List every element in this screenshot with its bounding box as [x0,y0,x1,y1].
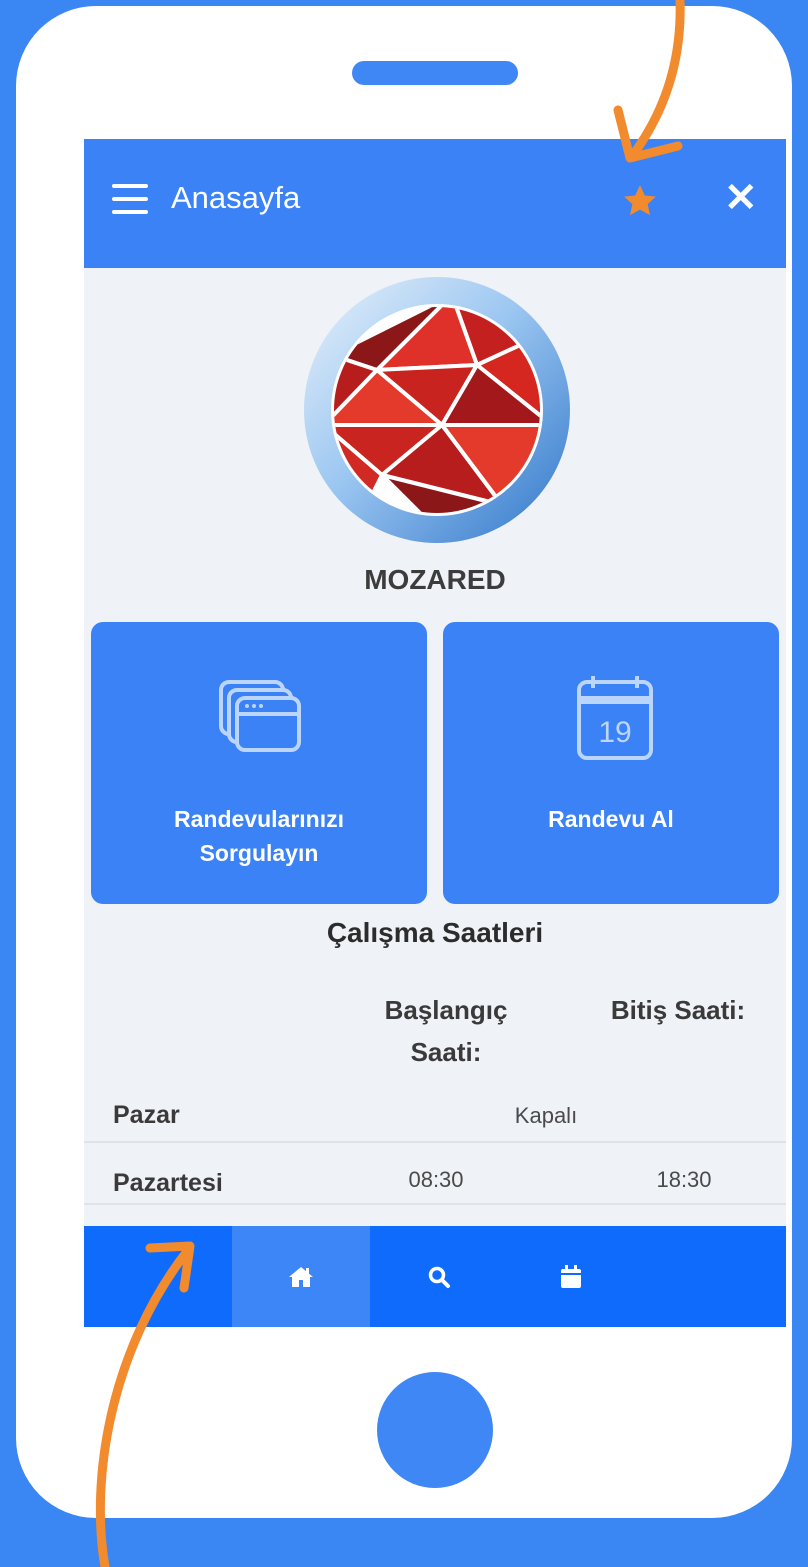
nav-calendar[interactable] [502,1226,640,1327]
query-appointments-button[interactable]: Randevularınızı Sorgulayın [91,622,427,904]
phone-speaker [352,61,518,85]
mozared-logo [304,277,570,543]
start-time-header: Başlangıç Saati: [384,995,508,1067]
phone-home-button[interactable] [377,1372,493,1488]
tile-label: Randevu Al [548,806,674,832]
close-icon[interactable]: ✕ [724,175,758,221]
page-title: Anasayfa [171,180,301,215]
calendar-icon: 19 [577,676,653,760]
browser-windows-icon [219,680,301,752]
calendar-day-number: 19 [598,716,631,749]
row-divider [84,1141,786,1143]
calendar-icon [561,1264,581,1288]
app-screen: Anasayfa ✕ MOZARED Randevularınızı Sorgu… [84,139,786,1327]
hamburger-menu-icon[interactable] [112,184,148,214]
tile-label: Randevularınızı Sorgulayın [174,806,344,866]
nav-home[interactable] [232,1226,370,1327]
book-appointment-button[interactable]: 19 Randevu Al [443,622,779,904]
end-time-header: Bitiş Saati: [610,995,746,1025]
closed-label: Kapalı [514,1103,578,1128]
brand-name: MOZARED [364,564,506,595]
annotation-arrow-top [613,0,685,163]
row-divider [84,1203,786,1205]
nav-search[interactable] [370,1226,508,1327]
end-time: 18:30 [656,1167,712,1192]
day-label: Pazar [113,1101,180,1129]
search-icon [428,1266,450,1288]
day-label: Pazartesi [113,1169,223,1197]
working-hours-title: Çalışma Saatleri [326,917,544,948]
favorite-star-icon[interactable] [620,181,660,221]
home-icon [289,1266,313,1287]
start-time: 08:30 [408,1167,464,1192]
annotation-arrow-bottom [95,1241,195,1567]
